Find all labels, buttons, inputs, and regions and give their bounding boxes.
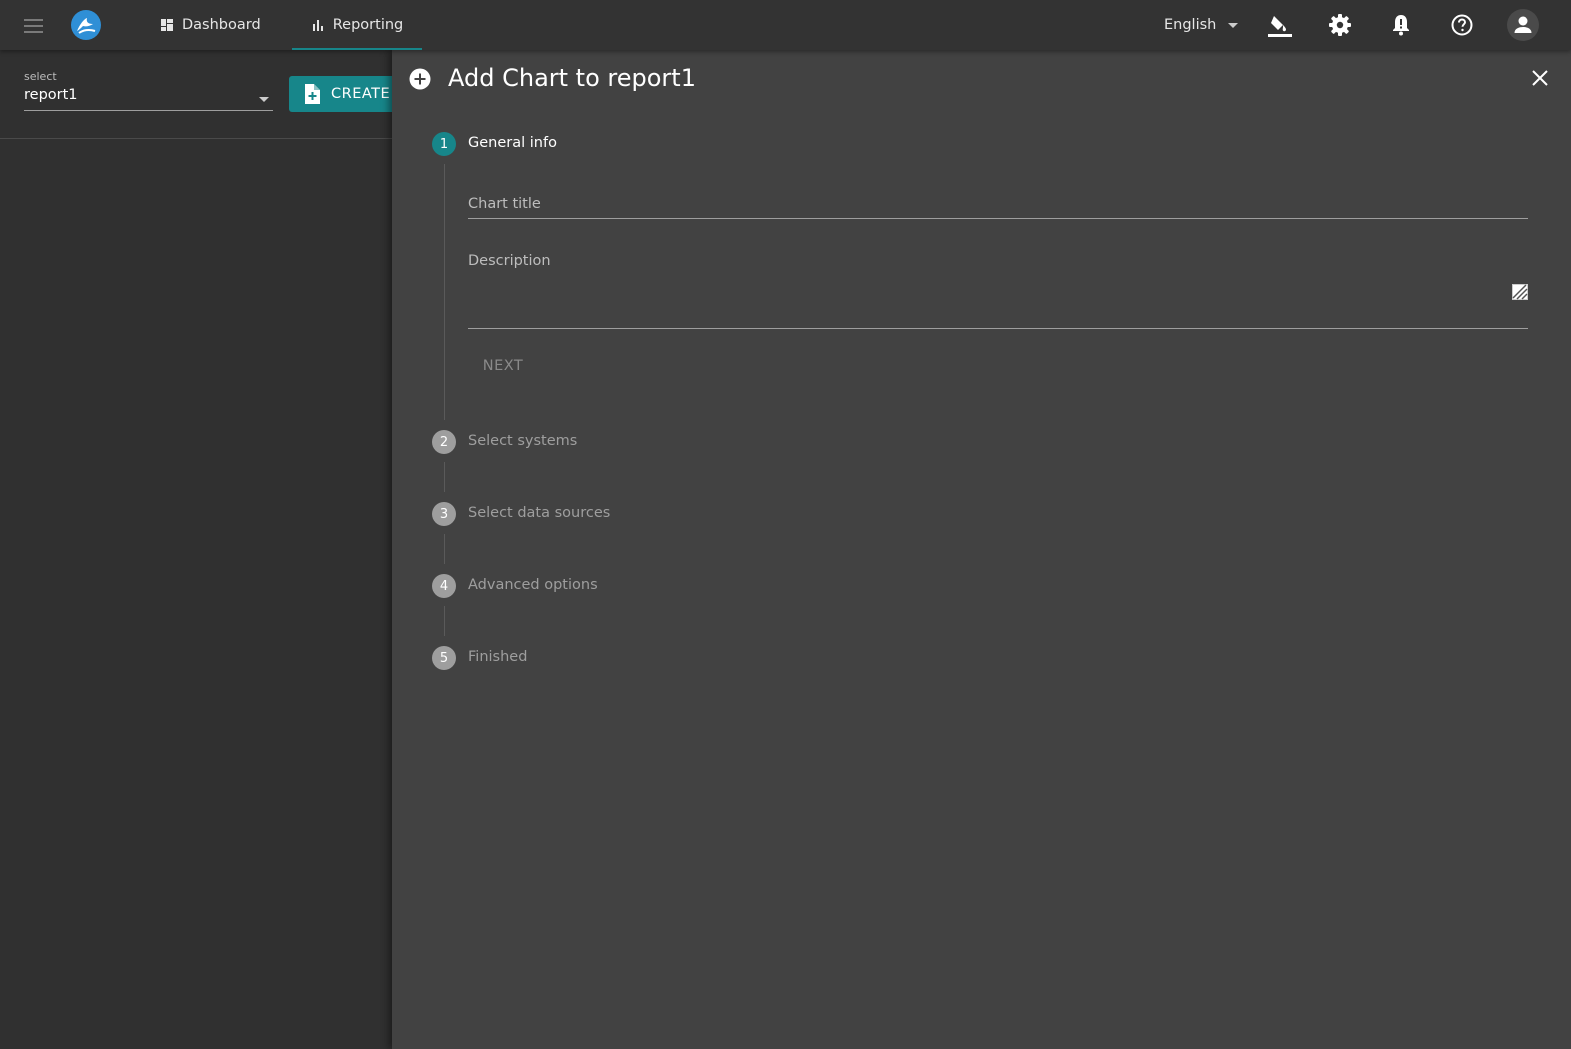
chart-title-placeholder: Chart title xyxy=(468,196,541,212)
app-logo[interactable] xyxy=(71,10,101,40)
description-textarea[interactable]: Description xyxy=(468,250,1528,329)
chart-title-input[interactable]: Chart title xyxy=(468,193,1528,219)
language-value: English xyxy=(1164,17,1217,33)
step-2-number: 2 xyxy=(432,430,456,454)
gear-icon[interactable] xyxy=(1328,13,1352,37)
step-3-number: 3 xyxy=(432,502,456,526)
step-connector xyxy=(444,164,445,420)
step-finished[interactable]: Finished xyxy=(468,649,527,665)
step-4-number: 4 xyxy=(432,574,456,598)
help-circle-icon[interactable] xyxy=(1450,13,1474,37)
language-select[interactable]: English xyxy=(1164,0,1239,50)
add-circle-icon xyxy=(409,68,431,90)
step-connector xyxy=(444,606,445,636)
description-placeholder: Description xyxy=(468,253,551,269)
report-select-value[interactable]: report1 xyxy=(24,87,273,111)
report-select-text: report1 xyxy=(24,87,78,103)
step-connector xyxy=(444,462,445,492)
bell-alert-icon[interactable] xyxy=(1389,13,1413,37)
add-chart-dialog: Add Chart to report1 1 General info Char… xyxy=(392,50,1571,1049)
step-advanced-options[interactable]: Advanced options xyxy=(468,577,598,593)
step-5-number: 5 xyxy=(432,646,456,670)
resize-handle-icon[interactable] xyxy=(1512,284,1528,300)
close-icon[interactable] xyxy=(1529,67,1551,89)
menu-icon[interactable] xyxy=(22,17,46,35)
account-icon[interactable] xyxy=(1507,9,1539,41)
create-report-button[interactable]: CREATE xyxy=(289,76,409,112)
tab-dashboard[interactable]: Dashboard xyxy=(160,0,261,50)
chevron-down-icon xyxy=(1228,22,1239,28)
report-select[interactable]: select report1 xyxy=(24,70,273,111)
tab-reporting-label: Reporting xyxy=(332,17,404,33)
step-select-systems[interactable]: Select systems xyxy=(468,433,577,449)
step-general-info[interactable]: General info xyxy=(468,135,557,151)
dashboard-icon xyxy=(161,19,173,31)
report-panel: select report1 CREATE xyxy=(0,50,409,1049)
step-1-number: 1 xyxy=(432,132,456,156)
top-app-bar: Dashboard Reporting English xyxy=(0,0,1571,50)
step-connector xyxy=(444,534,445,564)
create-button-label: CREATE xyxy=(331,86,391,102)
chevron-down-icon xyxy=(259,97,269,102)
dialog-title: Add Chart to report1 xyxy=(448,64,696,92)
file-plus-icon xyxy=(305,84,320,104)
divider xyxy=(0,138,392,139)
report-select-label: select xyxy=(24,70,57,83)
bar-chart-icon xyxy=(312,20,323,31)
tab-reporting[interactable]: Reporting xyxy=(292,0,422,50)
paint-bucket-icon[interactable] xyxy=(1268,13,1292,37)
tab-dashboard-label: Dashboard xyxy=(182,17,261,33)
next-button[interactable]: NEXT xyxy=(468,348,538,384)
step-select-data-sources[interactable]: Select data sources xyxy=(468,505,610,521)
